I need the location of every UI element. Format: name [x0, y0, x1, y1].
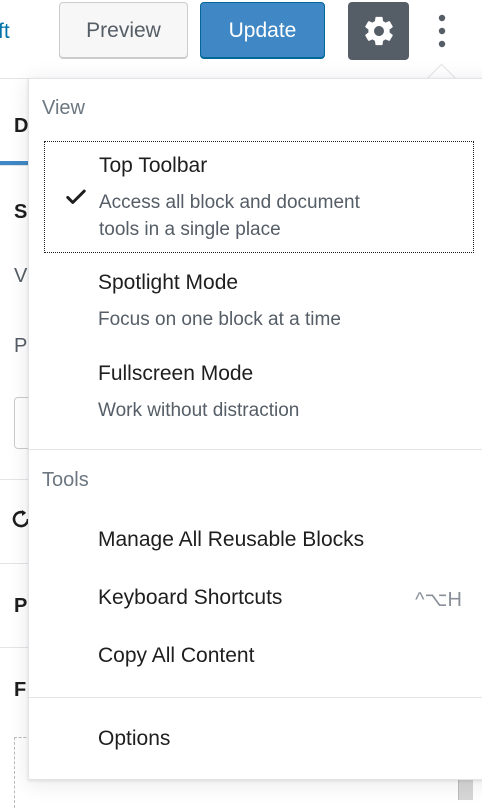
menu-divider	[29, 697, 482, 698]
sidebar-tab-document[interactable]: D	[14, 115, 28, 138]
divider	[0, 165, 30, 166]
menu-item-options[interactable]: Options	[44, 715, 474, 767]
settings-button[interactable]	[348, 2, 409, 60]
divider	[0, 647, 30, 648]
menu-item-spotlight-mode[interactable]: Spotlight Mode Focus on one block at a t…	[44, 257, 474, 337]
menu-item-manage-reusable-blocks[interactable]: Manage All Reusable Blocks	[44, 515, 474, 567]
more-tools-menu: View Top Toolbar Access all block and do…	[28, 78, 482, 780]
menu-item-copy-all-content[interactable]: Copy All Content	[44, 631, 474, 683]
menu-item-keyboard-shortcuts[interactable]: Keyboard Shortcuts ^⌥H	[44, 573, 474, 625]
gear-icon	[364, 16, 393, 46]
editor-header: ft Preview Update	[0, 0, 482, 79]
checkmark-icon	[66, 189, 86, 204]
menu-item-title: Fullscreen Mode	[98, 362, 254, 385]
panel-heading-status: S	[14, 201, 28, 223]
menu-item-fullscreen-mode[interactable]: Fullscreen Mode Work without distraction	[44, 349, 474, 429]
menu-item-title: Manage All Reusable Blocks	[98, 528, 365, 551]
menu-item-top-toolbar[interactable]: Top Toolbar Access all block and documen…	[44, 141, 474, 253]
divider	[0, 563, 30, 564]
more-vertical-icon	[438, 14, 446, 48]
more-tools-button[interactable]	[420, 6, 464, 56]
menu-item-title: Keyboard Shortcuts	[98, 586, 283, 609]
menu-item-description: tools in a single place	[99, 219, 281, 240]
panel-row-publish: P	[14, 335, 28, 357]
menu-divider	[29, 449, 482, 450]
panel-row-visibility: V	[14, 265, 28, 287]
preview-button[interactable]: Preview	[59, 2, 188, 59]
panel-heading-permalink: P	[14, 595, 28, 617]
menu-item-description: Work without distraction	[98, 400, 300, 421]
menu-item-description: Focus on one block at a time	[98, 309, 341, 330]
save-draft-link[interactable]: ft	[0, 20, 10, 44]
menu-item-description: Access all block and document	[99, 192, 360, 213]
menu-item-title: Copy All Content	[98, 644, 255, 667]
menu-item-title: Top Toolbar	[99, 154, 208, 177]
menu-item-title: Options	[98, 727, 171, 750]
document-sidebar-background: D S V P P F	[0, 79, 45, 808]
group-label-view: View	[42, 97, 85, 119]
keyboard-shortcut-hint: ^⌥H	[415, 589, 462, 611]
divider	[0, 479, 30, 480]
group-label-tools: Tools	[42, 469, 89, 491]
menu-item-title: Spotlight Mode	[98, 271, 239, 294]
update-button[interactable]: Update	[200, 2, 325, 59]
panel-heading-featured-image: F	[14, 679, 27, 701]
